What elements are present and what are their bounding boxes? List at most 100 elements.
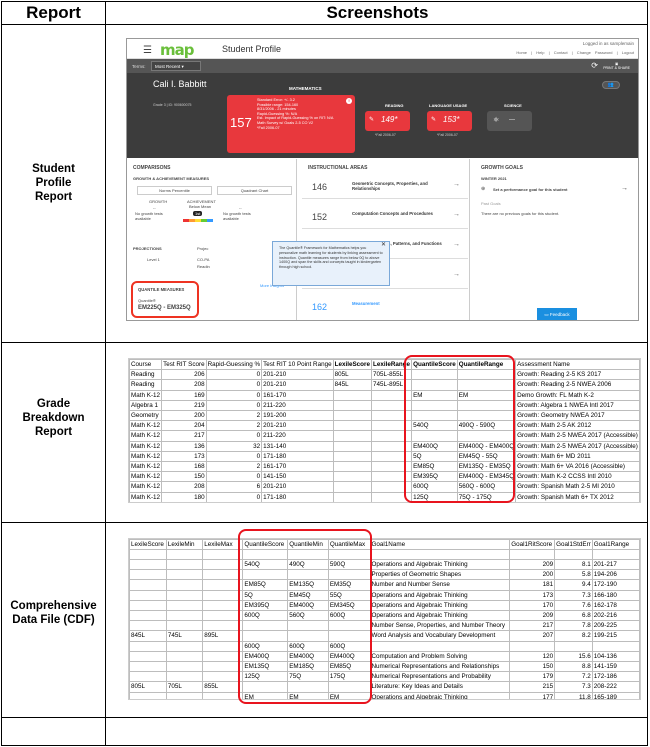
column-header: Test RIT 10 Point Range	[261, 359, 334, 371]
set-goal-link[interactable]: Set a performance goal for this student	[493, 187, 567, 192]
quantile-subtitle: Quantile®	[138, 298, 156, 303]
table-row: 125Q 75Q 175Q Numerical Representations and…	[129, 671, 640, 683]
arrow-right-icon[interactable]: →	[621, 185, 628, 192]
table-cell: Growth: Spanish Math 2-5 MI 2010	[515, 481, 640, 493]
table-cell: 11.8	[554, 691, 593, 699]
table-cell: Growth: Math 2-5 AK 2012	[515, 420, 640, 432]
area-name: Computation Concepts and Procedures	[352, 211, 433, 216]
menu-icon[interactable]: ☰	[143, 45, 152, 56]
table-row: Math K-12 208 6 201-210 600Q 560Q - 600Q Growt…	[129, 481, 640, 493]
science-score: ---	[509, 117, 515, 123]
table-cell: 150	[509, 660, 556, 673]
table-cell: Operations and Algebraic Thinking	[369, 589, 511, 601]
table-row: EM85Q EM135Q EM35Q Number and Number Sense 1…	[129, 579, 640, 591]
map-logo: map	[160, 41, 194, 59]
science-score-card[interactable]: ⚛ ---	[487, 111, 532, 131]
table-cell	[129, 569, 167, 581]
table-cell: Math K-12	[129, 440, 163, 452]
language-score: 153*	[443, 115, 460, 124]
table-cell	[332, 471, 372, 483]
area-row[interactable]: 152 Computation Concepts and Procedures …	[302, 205, 468, 229]
header-row: LexileScore LexileMin LexileMax QuantileSco…	[129, 539, 640, 551]
table-cell: 170	[509, 599, 556, 611]
table-cell	[165, 671, 204, 683]
table-cell: Operations and Algebraic Thinking	[369, 609, 511, 622]
column-header: Goal1RitScore	[509, 539, 556, 551]
table-cell: 173	[509, 589, 556, 601]
column-header: LexileMin	[165, 539, 204, 551]
table-cell: 217	[161, 430, 207, 442]
table-cell	[165, 569, 204, 581]
table-cell	[509, 640, 556, 652]
table-row: EM EM EM Operations and Algebraic Thinking 1…	[129, 691, 640, 699]
growth-text: No growth tests available	[135, 211, 163, 221]
nav-links[interactable]: Home | Help | Contact | Change Password …	[516, 50, 634, 55]
table-cell	[165, 691, 204, 699]
reading-score-card[interactable]: ✎ 149*	[365, 111, 410, 131]
column-header: Goal1Range	[591, 539, 640, 551]
table-cell: 845L	[129, 630, 167, 642]
table-cell: 200	[509, 569, 556, 581]
table-cell	[202, 640, 244, 652]
row-label-grade-breakdown: Grade Breakdown Report	[22, 398, 85, 438]
table-cell: Number and Number Sense	[369, 579, 511, 591]
table-cell	[129, 589, 167, 601]
table-cell: Math K-12	[129, 450, 163, 463]
table-cell: Algebra 1	[129, 399, 163, 412]
table-row: EM395Q EM400Q EM345Q Operations and Algebra…	[129, 599, 640, 611]
language-note: *Fall 2006-07	[437, 133, 458, 137]
table-row	[129, 549, 640, 560]
table-cell	[129, 650, 167, 662]
table-cell	[129, 691, 167, 699]
table-cell: 201-210	[261, 420, 334, 432]
tab-quadrant-chart[interactable]: Quadrant Chart	[217, 186, 292, 195]
table-cell: 150	[161, 471, 207, 483]
table-cell	[202, 660, 244, 673]
refresh-icon[interactable]: ⟳	[591, 61, 598, 70]
table-cell: Growth: Math 6+ MD 2011	[515, 450, 640, 463]
logged-in-text: Logged in as samplemain	[582, 41, 634, 46]
quadrant-text: No growth tests available	[223, 211, 251, 221]
column-header: LexileMax	[202, 539, 244, 551]
projections-col: Projec	[197, 246, 209, 251]
table-cell	[554, 640, 593, 652]
table-cell: 161-170	[261, 461, 334, 473]
table-cell	[202, 558, 244, 571]
row-divider	[2, 24, 647, 25]
column-divider	[105, 2, 106, 745]
pencil-icon: ✎	[431, 117, 437, 123]
table-cell: 855L	[202, 681, 244, 693]
table-cell	[202, 549, 244, 560]
table-cell: 165-189	[591, 691, 640, 699]
table-cell: 171-180	[261, 491, 334, 502]
table-cell: Math K-12	[129, 501, 163, 502]
table-cell: Growth: Math 2-5 NWEA 2017 (Accessible)	[515, 430, 640, 442]
table-cell: 0	[205, 379, 263, 391]
table-cell: 166-180	[591, 589, 640, 601]
area-name: Measurement	[352, 301, 380, 306]
table-row: 600Q 600Q 600Q	[129, 640, 640, 652]
math-details: Standard Error: +/- 3.2 Possible range: …	[257, 98, 333, 130]
close-icon[interactable]: ✕	[381, 242, 386, 248]
print-share-button[interactable]: ▣ PRINT & SHARE	[603, 62, 630, 70]
language-score-card[interactable]: ✎ 153*	[427, 111, 472, 131]
user-icon[interactable]: 👥	[602, 81, 620, 89]
terms-select[interactable]: Most Recent ▾	[151, 61, 201, 71]
tab-norms-percentile[interactable]: Norms Percentile	[137, 186, 212, 195]
projection-level: Level 1	[147, 257, 160, 262]
table-cell: Reading	[129, 369, 163, 381]
feedback-button[interactable]: ▭ Feedback	[537, 308, 577, 320]
table-cell: 7.3	[554, 589, 593, 601]
table-row: 805L 705L 855L Literature: Key Ideas and De…	[129, 681, 640, 693]
area-row[interactable]: 146 Geometric Concepts, Properties, and …	[302, 175, 468, 199]
table-row: Math K-12 168 2 161-170 EM85Q EM135Q - EM35Q G…	[129, 461, 640, 473]
table-cell: Growth: Spanish Math K-2 TX 2012	[515, 501, 640, 502]
table-cell: 805L	[332, 369, 372, 381]
math-score-card[interactable]: 157 Standard Error: +/- 3.2 Possible ran…	[227, 95, 355, 153]
table-cell: 180	[161, 491, 207, 502]
table-cell	[129, 609, 167, 622]
table-row: Math K-12 204 2 201-210 540Q 490Q - 590Q Growt…	[129, 420, 640, 432]
area-row[interactable]: 162 Measurement	[302, 295, 468, 319]
table-cell: Math K-12	[129, 430, 163, 442]
table-cell	[591, 640, 640, 652]
